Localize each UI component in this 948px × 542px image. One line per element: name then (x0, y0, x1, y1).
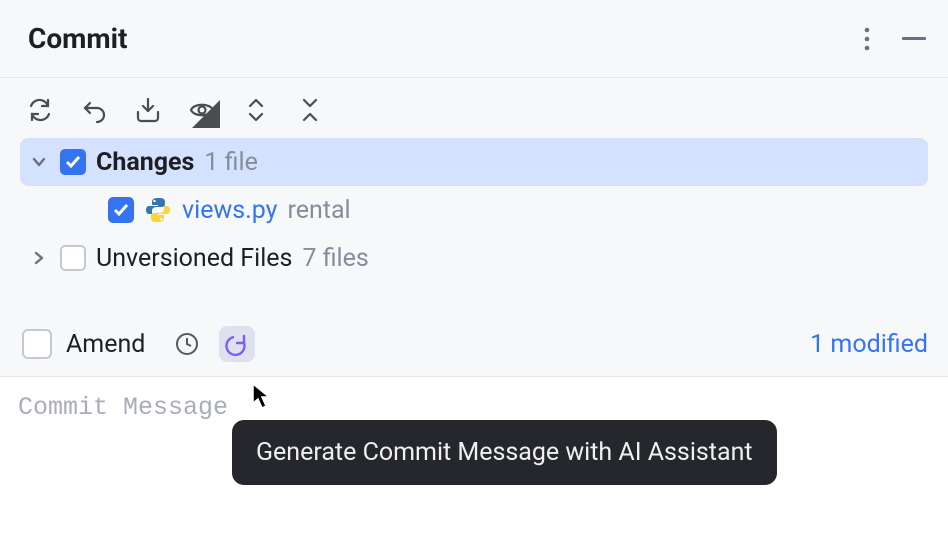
preview-icon[interactable] (188, 96, 216, 124)
more-options-icon[interactable] (858, 25, 876, 53)
amend-label: Amend (66, 330, 145, 359)
history-icon[interactable] (169, 326, 205, 362)
minimize-icon[interactable] (902, 37, 926, 40)
header-actions (858, 25, 926, 53)
collapse-all-icon[interactable] (296, 96, 324, 124)
mouse-cursor-icon (252, 383, 274, 409)
tooltip: Generate Commit Message with AI Assistan… (232, 420, 777, 485)
chevron-down-icon[interactable] (28, 153, 50, 171)
changes-count: 1 file (204, 148, 257, 177)
unversioned-label: Unversioned Files (96, 244, 292, 273)
panel-header: Commit (0, 0, 948, 78)
amend-row: Amend 1 modified (0, 282, 948, 362)
expand-all-icon[interactable] (242, 96, 270, 124)
changes-label: Changes (96, 148, 194, 177)
python-file-icon (144, 196, 172, 224)
toolbar (0, 78, 948, 138)
unversioned-group-row[interactable]: Unversioned Files 7 files (20, 234, 928, 282)
shelve-icon[interactable] (134, 96, 162, 124)
ai-assistant-icon[interactable] (219, 326, 255, 362)
file-path: rental (287, 196, 350, 225)
chevron-right-icon[interactable] (28, 249, 50, 267)
file-checkbox[interactable] (108, 197, 134, 223)
changes-tree: Changes 1 file views.py rental Unversion… (0, 138, 948, 282)
panel-title: Commit (28, 22, 128, 55)
file-name: views.py (182, 196, 277, 225)
refresh-icon[interactable] (26, 96, 54, 124)
unversioned-checkbox[interactable] (60, 245, 86, 271)
tooltip-text: Generate Commit Message with AI Assistan… (256, 438, 753, 467)
rollback-icon[interactable] (80, 96, 108, 124)
amend-checkbox[interactable] (22, 329, 52, 359)
commit-message-placeholder: Commit Message (0, 393, 948, 422)
changes-checkbox[interactable] (60, 149, 86, 175)
modified-count[interactable]: 1 modified (810, 330, 928, 359)
file-row[interactable]: views.py rental (20, 186, 928, 234)
changes-group-row[interactable]: Changes 1 file (20, 138, 928, 186)
unversioned-count: 7 files (302, 244, 368, 273)
